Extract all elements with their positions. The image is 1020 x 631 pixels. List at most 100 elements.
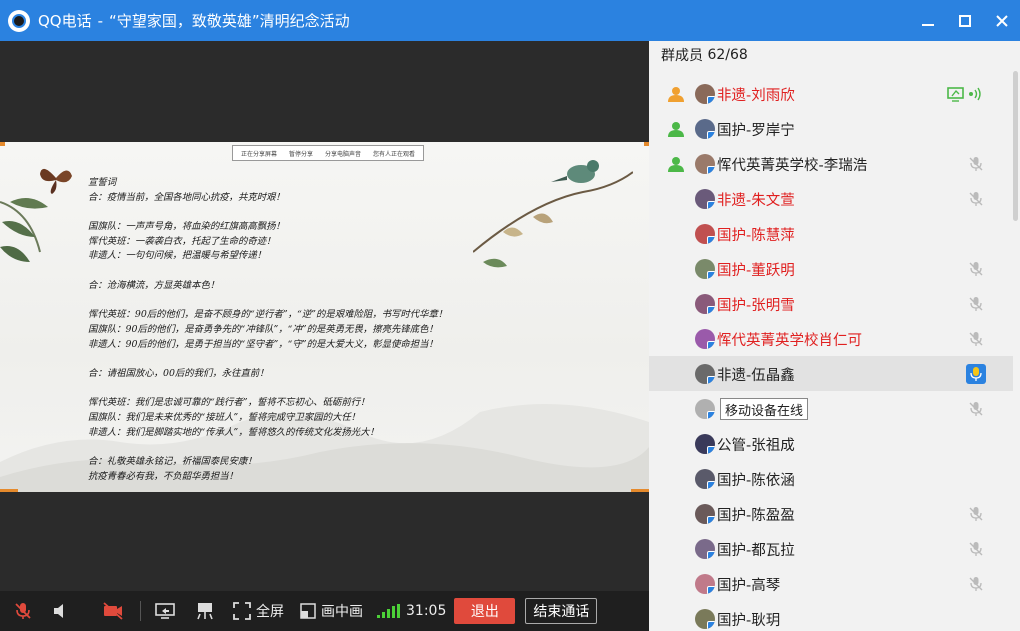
mic-muted-icon[interactable]: [966, 294, 986, 314]
member-name: 国护-张明雪: [717, 298, 795, 314]
mic-muted-icon[interactable]: [966, 329, 986, 349]
member-row[interactable]: 国护-陈慧萍: [649, 216, 1013, 251]
share-tab-audio[interactable]: 分享电脑声音: [325, 149, 361, 158]
mic-muted-icon[interactable]: [966, 574, 986, 594]
avatar[interactable]: [695, 364, 715, 384]
screen-share-bar: 正在分享屏幕 暂停分享 分享电脑声音 您有人正在观看: [232, 145, 425, 161]
member-name: 国护-高琴: [717, 578, 781, 594]
butterfly-decoration: [40, 168, 72, 194]
minimize-button[interactable]: [909, 0, 946, 41]
mobile-device-icon: [707, 376, 715, 384]
exit-button[interactable]: 退出: [454, 598, 516, 624]
title-bar: QQ电话 - “守望家国，致敬英雄”清明纪念活动: [0, 0, 1020, 41]
member-row[interactable]: 国护-张明雪: [649, 286, 1013, 321]
whiteboard-button[interactable]: [185, 591, 225, 631]
mic-muted-icon[interactable]: [966, 259, 986, 279]
fullscreen-button[interactable]: 全屏: [225, 591, 292, 631]
member-panel-header: 群成员 62/68: [649, 41, 1020, 69]
avatar[interactable]: [695, 154, 715, 174]
slide-line: 恽代英班：90后的他们，是奋不顾身的“逆行者”，“逆”的是艰难险阻，书写时代华章…: [88, 309, 448, 321]
qq-logo-icon: [8, 9, 30, 32]
member-row[interactable]: [649, 391, 1013, 426]
mobile-device-icon: [707, 446, 715, 454]
call-timer: 31:05: [406, 603, 447, 619]
share-tab-viewers: 您有人正在观看: [373, 150, 416, 158]
window-title: QQ电话 - “守望家国，致敬英雄”清明纪念活动: [38, 10, 350, 31]
member-name: 国护-董跃明: [717, 263, 795, 279]
mic-speaking-icon[interactable]: [966, 364, 986, 384]
slide-line: 合：沧海横流，方显英雄本色！: [88, 279, 220, 291]
maximize-button[interactable]: [946, 0, 983, 41]
share-tab-pause[interactable]: 暂停分享: [289, 149, 313, 158]
member-row[interactable]: 恽代英菁英学校肖仁可: [649, 321, 1013, 356]
mobile-device-icon: [707, 621, 715, 629]
slide-line: 抗疫青春必有我，不负韶华勇担当！: [88, 470, 239, 482]
mic-muted-icon[interactable]: [966, 399, 986, 419]
screen-share-button[interactable]: [145, 591, 185, 631]
speaker-icon: [54, 604, 63, 618]
member-name: 公管-张祖成: [717, 438, 795, 454]
member-row[interactable]: 国护-陈盈盈: [649, 496, 1013, 531]
speaker-button[interactable]: [46, 591, 76, 631]
fullscreen-label: 全屏: [256, 604, 284, 620]
member-row[interactable]: 非遗-刘雨欣: [649, 76, 1013, 111]
mobile-device-icon: [707, 516, 715, 524]
member-row[interactable]: 国护-高琴: [649, 566, 1013, 601]
slide-line: 国旗队：90后的他们，是奋勇争先的“冲锋队”，“冲”的是英勇无畏，擦亮先锋底色！: [88, 323, 438, 335]
slide-line: 恽代英班：我们是忠诚可靠的“践行者”，誓将不忘初心、砥砺前行！: [88, 397, 370, 409]
avatar[interactable]: [695, 189, 715, 209]
slide-line: 合：礼敬英雄永铭记，祈福国泰民安康！: [88, 456, 257, 468]
fullscreen-icon: [233, 602, 251, 620]
share-tab-sharing[interactable]: 正在分享屏幕: [241, 149, 277, 158]
member-panel: 群成员 62/68 非遗-刘雨欣 国护-罗岸宁 恽代英菁英学校-李瑞浩 非遗-朱文萱国…: [649, 41, 1020, 631]
member-list-scrollbar[interactable]: [1013, 71, 1018, 221]
member-row[interactable]: 国护-董跃明: [649, 251, 1013, 286]
avatar[interactable]: [695, 609, 715, 629]
member-row[interactable]: 国护-耿玥: [649, 601, 1013, 631]
slide-line: 合：请祖国放心，00后的我们，永往直前！: [88, 367, 269, 379]
member-row[interactable]: 非遗-朱文萱: [649, 181, 1013, 216]
mic-toggle-button[interactable]: [0, 591, 46, 631]
avatar[interactable]: [695, 224, 715, 244]
member-row[interactable]: 公管-张祖成: [649, 426, 1013, 461]
avatar[interactable]: [695, 294, 715, 314]
close-button[interactable]: [983, 0, 1020, 41]
slide-line: 合：疫情当前，全国各地同心抗疫，共克时艰！: [88, 191, 285, 203]
slide-corner-mark: [631, 489, 649, 492]
slide-line: [88, 294, 608, 309]
slide-line: 国旗队：一声声号角，将血染的红旗高高飘扬！: [88, 221, 285, 233]
member-row[interactable]: 国护-都瓦拉: [649, 531, 1013, 566]
mic-muted-icon[interactable]: [966, 189, 986, 209]
video-stage[interactable]: 正在分享屏幕 暂停分享 分享电脑声音 您有人正在观看 宣誓词 合：疫情当前，全国…: [0, 41, 649, 591]
avatar[interactable]: [695, 539, 715, 559]
pip-button[interactable]: 画中画: [292, 591, 371, 631]
member-row[interactable]: 非遗-伍晶鑫: [649, 356, 1013, 391]
avatar[interactable]: [695, 259, 715, 279]
slide-line: 非遗人：我们是脚踏实地的“传承人”，誓将悠久的传统文化发扬光大！: [88, 426, 379, 438]
avatar[interactable]: [695, 469, 715, 489]
end-call-button[interactable]: 结束通话: [525, 598, 598, 624]
mic-muted-icon[interactable]: [966, 154, 986, 174]
avatar[interactable]: [695, 399, 715, 419]
avatar[interactable]: [695, 84, 715, 104]
avatar[interactable]: [695, 504, 715, 524]
mic-muted-icon[interactable]: [966, 539, 986, 559]
slide-line: [88, 205, 608, 220]
avatar[interactable]: [695, 329, 715, 349]
admin-icon: [668, 157, 684, 172]
member-row[interactable]: 国护-陈依涵: [649, 461, 1013, 496]
screen-sharing-icon[interactable]: [946, 84, 986, 104]
camera-toggle-button[interactable]: [90, 591, 136, 631]
avatar[interactable]: [695, 574, 715, 594]
mic-muted-icon[interactable]: [966, 504, 986, 524]
slide-line: 宣誓词: [88, 177, 117, 188]
toolbar-divider: [140, 601, 141, 621]
avatar[interactable]: [695, 434, 715, 454]
member-row[interactable]: 国护-罗岸宁: [649, 111, 1013, 146]
member-name: 恽代英菁英学校肖仁可: [717, 333, 862, 349]
mobile-device-icon: [707, 551, 715, 559]
mobile-device-icon: [707, 201, 715, 209]
member-row[interactable]: 恽代英菁英学校-李瑞浩: [649, 146, 1013, 181]
mobile-online-tooltip: 移动设备在线: [720, 398, 809, 420]
avatar[interactable]: [695, 119, 715, 139]
